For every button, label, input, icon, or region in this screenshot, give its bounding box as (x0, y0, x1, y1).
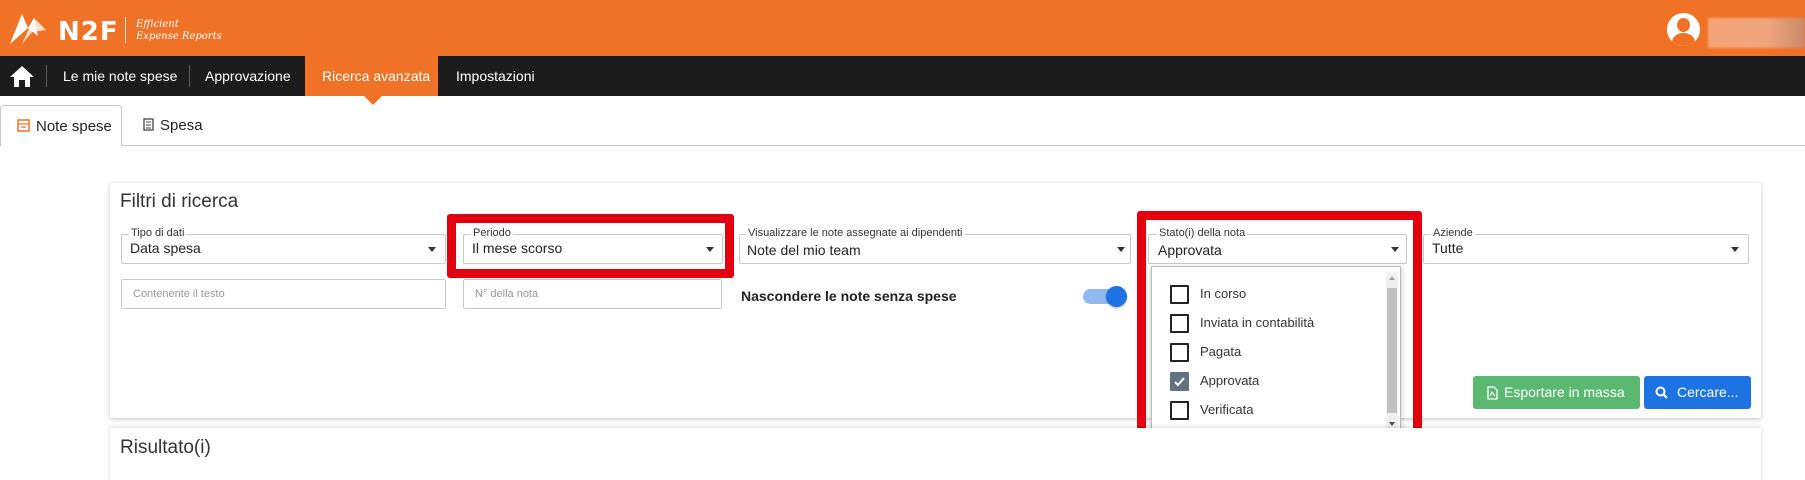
receipt-icon (17, 119, 30, 132)
tab-bar-border (122, 145, 1805, 146)
main-nav: Le mie note spese Approvazione Ricerca a… (0, 56, 1805, 96)
results-title: Risultato(i) (120, 437, 211, 458)
brand-tagline: Efficient Expense Reports (136, 19, 222, 43)
search-icon (1655, 386, 1668, 399)
aziende-label: Aziende (1431, 227, 1475, 239)
chevron-down-icon[interactable] (1117, 247, 1125, 252)
tipo-dati-label: Tipo di dati (129, 227, 187, 239)
tagline-line-2: Expense Reports (136, 31, 222, 42)
periodo-highlight-box (447, 214, 734, 278)
search-button[interactable]: Cercare... (1644, 376, 1751, 409)
aziende-value: Tutte (1432, 240, 1464, 256)
document-icon (143, 118, 154, 131)
toggle-thumb[interactable] (1106, 286, 1127, 307)
n2f-logo-icon (10, 14, 46, 44)
export-button-label: Esportare in massa (1504, 384, 1625, 400)
brand-name: N2F (58, 17, 119, 47)
chevron-down-icon[interactable] (1731, 247, 1739, 252)
nav-item-ricerca-avanzata[interactable]: Ricerca avanzata (305, 56, 438, 96)
top-header: N2F Efficient Expense Reports (0, 0, 1805, 56)
chevron-down-icon[interactable] (428, 247, 436, 252)
tipo-dati-value: Data spesa (130, 240, 201, 256)
tab-note-spese-label: Note spese (36, 118, 112, 135)
search-button-label: Cercare... (1677, 384, 1739, 400)
pdf-file-icon (1487, 386, 1498, 400)
user-avatar-icon[interactable] (1667, 13, 1700, 46)
filters-title: Filtri di ricerca (120, 191, 239, 212)
active-nav-pointer (364, 96, 382, 105)
nav-item-impostazioni[interactable]: Impostazioni (456, 56, 535, 96)
nav-item-le-mie-note-spese[interactable]: Le mie note spese (63, 56, 177, 96)
tagline-line-1: Efficient (136, 19, 179, 30)
brand-divider (125, 17, 126, 43)
visualizzare-value: Note del mio team (747, 242, 861, 258)
nav-divider (46, 65, 47, 87)
export-bulk-button[interactable]: Esportare in massa (1473, 376, 1640, 409)
nav-divider (189, 65, 190, 87)
visualizzare-label: Visualizzare le note assegnate ai dipend… (746, 227, 965, 239)
results-panel (110, 428, 1761, 480)
stato-highlight-box (1137, 211, 1422, 451)
user-name-redacted[interactable] (1708, 18, 1805, 48)
tab-note-spese[interactable]: Note spese (0, 105, 122, 146)
nav-item-approvazione[interactable]: Approvazione (205, 56, 291, 96)
search-text-input[interactable]: Contenente il testo (121, 279, 446, 309)
tab-spesa[interactable]: Spesa (142, 105, 222, 146)
app-root: N2F Efficient Expense Reports Le mie not… (0, 0, 1805, 480)
home-icon[interactable] (8, 64, 36, 88)
tab-spesa-label: Spesa (160, 117, 203, 134)
note-number-input[interactable]: N° della nota (463, 279, 722, 309)
hide-empty-notes-label: Nascondere le note senza spese (741, 288, 957, 304)
